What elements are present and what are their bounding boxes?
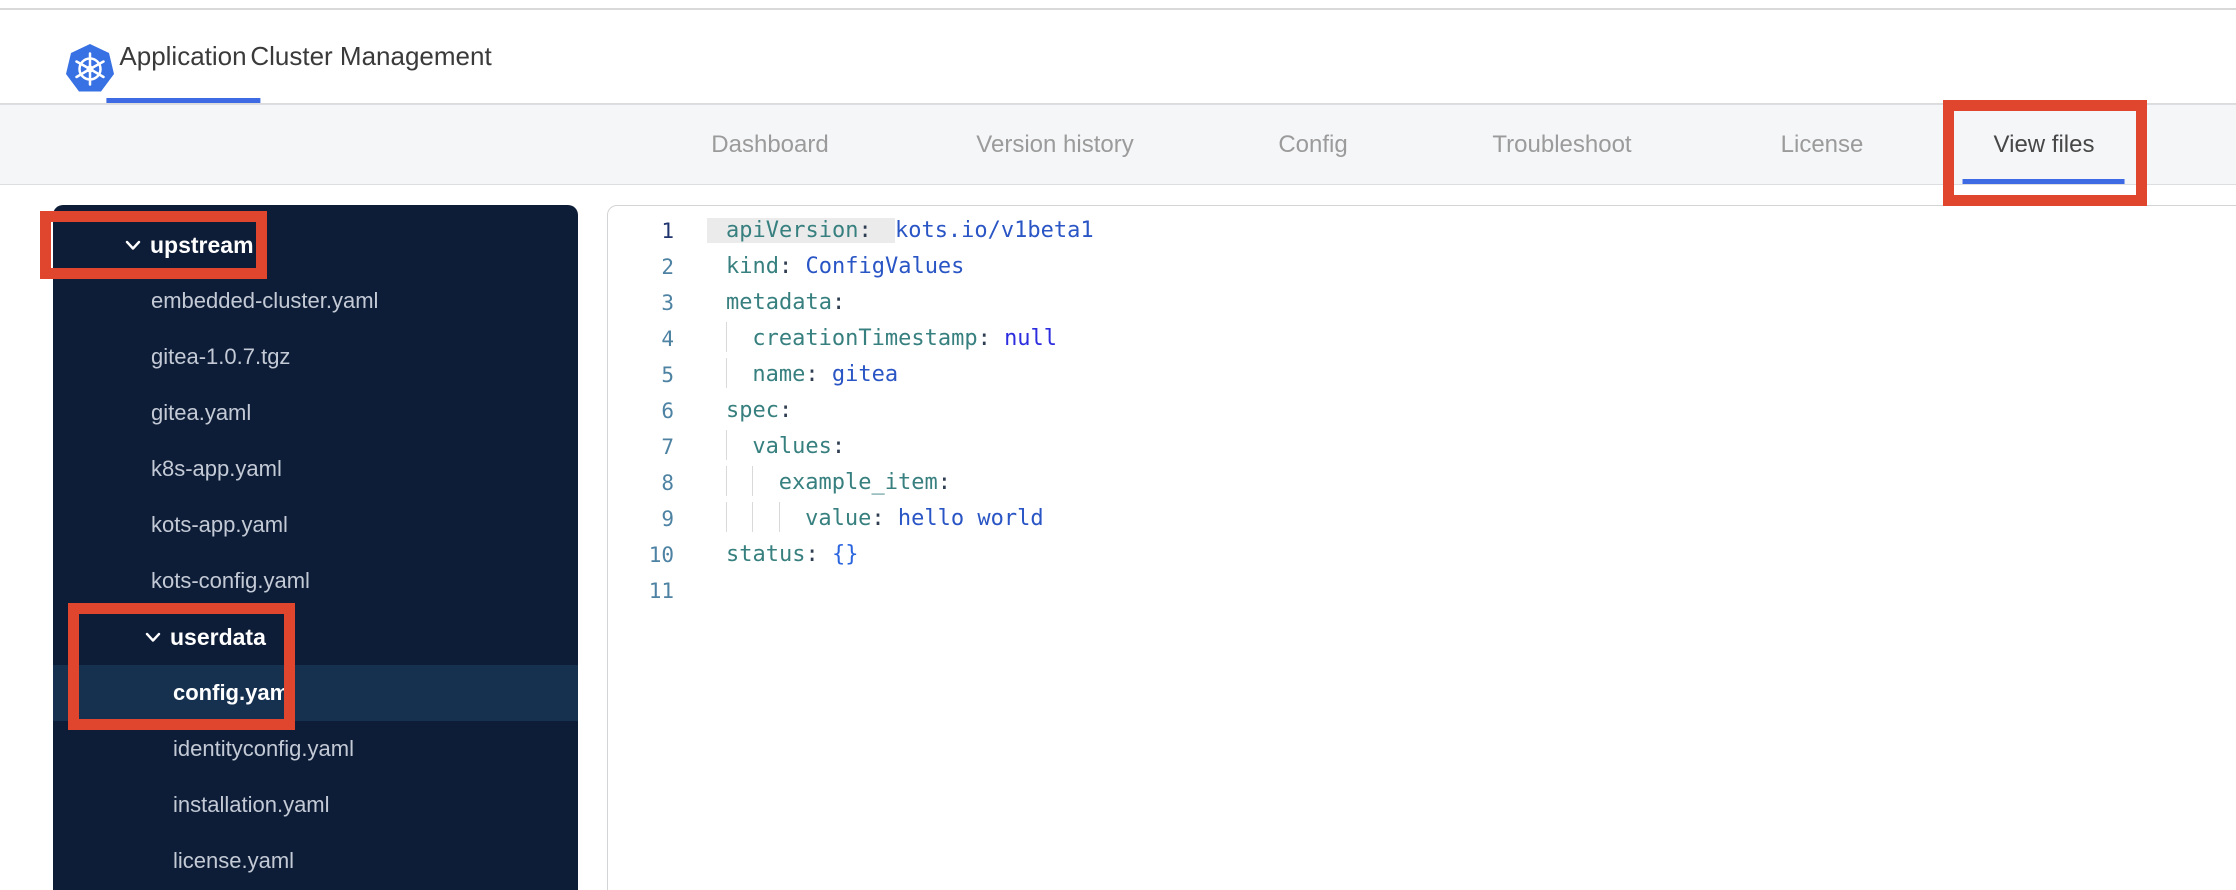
- line-number: 9: [661, 507, 674, 531]
- tree-file-kots-config.yaml[interactable]: kots-config.yaml: [53, 553, 578, 609]
- chevron-down-icon[interactable]: [125, 240, 141, 251]
- tree-file-k8s-app.yaml[interactable]: k8s-app.yaml: [53, 441, 578, 497]
- chevron-down-icon[interactable]: [145, 632, 161, 643]
- line-number: 11: [648, 579, 674, 603]
- nav-tab-troubleshoot[interactable]: Troubleshoot: [1492, 105, 1631, 184]
- nav-tab-view-files[interactable]: View files: [1994, 105, 2095, 184]
- header-tab-cluster-management[interactable]: Cluster Management: [250, 10, 491, 103]
- code-line-8: 8 example_item:: [608, 465, 2236, 501]
- line-number: 2: [661, 255, 674, 279]
- code-line-4: 4 creationTimestamp: null: [608, 321, 2236, 357]
- tree-file-gitea-1.0.7.tgz[interactable]: gitea-1.0.7.tgz: [53, 329, 578, 385]
- code-line-5: 5 name: gitea: [608, 357, 2236, 393]
- tree-file-installation.yaml[interactable]: installation.yaml: [53, 777, 578, 833]
- tree-file-license.yaml[interactable]: license.yaml: [53, 833, 578, 889]
- code-text: status: {}: [726, 542, 859, 567]
- code-text: name: gitea: [726, 357, 898, 393]
- code-text: kind: ConfigValues: [726, 254, 965, 279]
- line-number: 7: [661, 435, 674, 459]
- code-line-1: 1 apiVersion: kots.io/v1beta1: [608, 213, 2236, 249]
- tree-item-label: config.yaml: [173, 680, 296, 705]
- code-text: spec:: [726, 398, 793, 423]
- code-line-6: 6 spec:: [608, 393, 2236, 429]
- line-number: 4: [661, 327, 674, 351]
- code-text: creationTimestamp: null: [726, 321, 1057, 357]
- code-line-7: 7 values:: [608, 429, 2236, 465]
- nav-tab-dashboard[interactable]: Dashboard: [711, 105, 828, 184]
- tree-item-label: license.yaml: [173, 848, 295, 873]
- tree-folder-upstream[interactable]: upstream: [53, 217, 578, 273]
- code-line-11: 11: [608, 573, 2236, 609]
- tree-item-label: k8s-app.yaml: [151, 456, 282, 481]
- nav-tab-config[interactable]: Config: [1278, 105, 1347, 184]
- tree-item-label: identityconfig.yaml: [173, 736, 354, 761]
- code-line-3: 3 metadata:: [608, 285, 2236, 321]
- code-editor[interactable]: 1 apiVersion: kots.io/v1beta1 2 kind: Confi…: [607, 205, 2236, 890]
- tree-item-label: kots-app.yaml: [151, 512, 288, 537]
- nav-tab-license[interactable]: License: [1781, 105, 1864, 184]
- code-text: metadata:: [726, 290, 846, 315]
- code-line-10: 10 status: {}: [608, 537, 2236, 573]
- code-text: apiVersion: kots.io/v1beta1: [707, 213, 1094, 249]
- tree-item-label: kots-config.yaml: [151, 568, 310, 593]
- line-number: 8: [661, 471, 674, 495]
- tree-file-embedded-cluster.yaml[interactable]: embedded-cluster.yaml: [53, 273, 578, 329]
- code-text: value: hello world: [726, 501, 1044, 537]
- tree-item-label: gitea-1.0.7.tgz: [151, 344, 291, 369]
- tree-item-label: embedded-cluster.yaml: [151, 288, 379, 313]
- code-text: example_item:: [726, 465, 951, 501]
- line-number: 5: [661, 363, 674, 387]
- tree-item-label: installation.yaml: [173, 792, 330, 817]
- tree-item-label: userdata: [170, 624, 266, 650]
- code-text: values:: [726, 429, 845, 465]
- code-line-2: 2 kind: ConfigValues: [608, 249, 2236, 285]
- line-number: 6: [661, 399, 674, 423]
- tree-file-kots-app.yaml[interactable]: kots-app.yaml: [53, 497, 578, 553]
- code-line-9: 9 value: hello world: [608, 501, 2236, 537]
- line-number: 10: [648, 543, 674, 567]
- line-number: 1: [661, 219, 674, 243]
- kots-admin-console: Application Cluster Management Dashboard V…: [0, 0, 2236, 890]
- tree-file-config.yaml[interactable]: config.yaml: [53, 665, 578, 721]
- tree-folder-userdata[interactable]: userdata: [53, 609, 578, 665]
- line-number: 3: [661, 291, 674, 315]
- tree-file-gitea.yaml[interactable]: gitea.yaml: [53, 385, 578, 441]
- file-tree-sidebar: upstream embedded-cluster.yaml gitea-1.0.7…: [53, 205, 578, 890]
- app-header: Application Cluster Management: [0, 10, 2236, 104]
- header-tab-application[interactable]: Application: [119, 10, 246, 103]
- tree-item-label: upstream: [150, 232, 254, 258]
- tree-file-identityconfig.yaml[interactable]: identityconfig.yaml: [53, 721, 578, 777]
- tree-item-label: gitea.yaml: [151, 400, 252, 425]
- kubernetes-logo: [66, 44, 114, 92]
- app-subnav: Dashboard Version history Config Troublesho…: [0, 104, 2236, 185]
- nav-tab-version-history[interactable]: Version history: [976, 105, 1133, 184]
